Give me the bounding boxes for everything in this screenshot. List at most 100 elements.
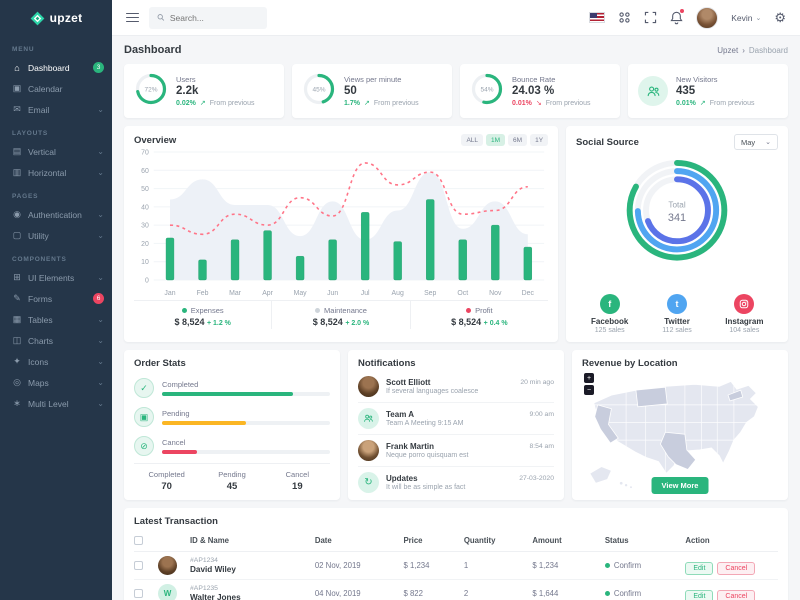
sidebar-item-charts[interactable]: ◫ Charts ⌄ (0, 330, 112, 351)
search-input[interactable] (169, 12, 259, 23)
legend-amount: $ 8,524 + 2.0 % (312, 317, 370, 327)
range-button-1y[interactable]: 1Y (530, 134, 549, 146)
sidebar-item-icons[interactable]: ✦ Icons ⌄ (0, 351, 112, 372)
social-name: Facebook (591, 317, 629, 326)
cancel-button[interactable]: Cancel (717, 589, 756, 600)
sidebar-item-ui-elements[interactable]: ⊞ UI Elements ⌄ (0, 267, 112, 288)
sidebar-item-dashboard[interactable]: ⌂ Dashboard 3 (0, 57, 112, 78)
order-stats-rows: ✓ Completed ▣ Pending ⊘ Cancel (134, 369, 330, 456)
settings-gear-icon[interactable]: ⚙ (774, 10, 786, 26)
notification-team-a[interactable]: Team A Team A Meeting 9:15 AM 9:00 am (358, 403, 554, 435)
page-content: Dashboard Upzet › Dashboard 72% Users 2.2k… (112, 36, 800, 600)
facebook-icon[interactable]: f (599, 294, 620, 314)
sidebar-item-tables[interactable]: ▦ Tables ⌄ (0, 309, 112, 330)
notifications-bell-icon[interactable] (670, 8, 685, 25)
social-donut-chart: Total 341 (626, 159, 728, 261)
transaction-name: Walter Jones (190, 593, 241, 600)
edit-button[interactable]: Edit (685, 589, 714, 600)
topbar: Kevin ⌄ ⚙ (112, 0, 800, 36)
breadcrumb-parent[interactable]: Upzet (717, 46, 738, 55)
sidebar-item-vertical[interactable]: ▤ Vertical ⌄ (0, 141, 112, 162)
sidebar-item-maps[interactable]: ◎ Maps ⌄ (0, 372, 112, 393)
calendar-icon: ▣ (12, 83, 22, 93)
sidebar-item-email[interactable]: ✉ Email ⌄ (0, 99, 112, 120)
sidebar-item-utility[interactable]: ▢ Utility ⌄ (0, 225, 112, 246)
table-row: #AP1234 David Wiley 02 Nov, 2019 $ 1,234 1 $ … (134, 552, 778, 580)
svg-text:45%: 45% (312, 86, 325, 93)
user-avatar[interactable] (696, 6, 719, 29)
row-checkbox[interactable] (134, 589, 143, 598)
svg-text:Mar: Mar (229, 290, 242, 297)
share-icon: ∗ (13, 398, 21, 408)
lock-icon: ◉ (13, 209, 21, 219)
form-icon: ✎ (13, 293, 21, 303)
notification-updates[interactable]: ↻ Updates It will be as simple as fact 27-0… (358, 467, 554, 498)
row-checkbox[interactable] (134, 561, 143, 570)
breadcrumb-current: Dashboard (748, 45, 788, 55)
slash-circle-icon: ⊘ (134, 436, 154, 456)
search-box[interactable] (149, 6, 267, 29)
stat-delta: 0.02% ↗ From previous (176, 99, 255, 108)
table-icon: ▦ (12, 314, 22, 324)
brand-logo[interactable]: upzet (0, 0, 112, 36)
order-stats-title: Order Stats (134, 358, 186, 369)
month-filter-select[interactable]: May ⌄ (733, 134, 778, 150)
instagram-icon[interactable] (734, 294, 755, 314)
arrow-up-icon: ↗ (363, 100, 370, 107)
sidebar-item-label: Horizontal (28, 167, 67, 178)
progress-fill (162, 450, 198, 454)
layout-horizontal-icon: ▥ (12, 167, 22, 177)
sidebar: upzet MENU ⌂ Dashboard 3 ▣ Calendar ✉ Email ⌄ LAY… (0, 0, 112, 600)
users-icon (358, 408, 379, 429)
stat-card-users: 72% Users 2.2k 0.02% ↗ From previous (124, 64, 284, 118)
twitter-icon[interactable]: t (667, 294, 688, 314)
svg-text:341: 341 (668, 212, 686, 224)
notification-name: Updates (386, 474, 418, 483)
sidebar-item-horizontal[interactable]: ▥ Horizontal ⌄ (0, 162, 112, 183)
range-button-6m[interactable]: 6M (508, 134, 528, 146)
edit-button[interactable]: Edit (685, 561, 714, 575)
notification-time: 8:54 am (529, 443, 554, 450)
view-more-button[interactable]: View More (651, 476, 709, 494)
stat-delta: 0.01% ↘ From previous (512, 99, 591, 108)
social-name: Instagram (725, 317, 764, 326)
sidebar-item-label: Email (28, 104, 50, 115)
sidebar-item-calendar[interactable]: ▣ Calendar (0, 78, 112, 99)
order-stat-pending: ▣ Pending (134, 407, 330, 427)
chevron-down-icon: ⌄ (97, 146, 104, 156)
sidebar-item-authentication[interactable]: ◉ Authentication ⌄ (0, 204, 112, 225)
sidebar-item-label: Vertical (28, 146, 56, 157)
apps-grid-icon[interactable] (618, 11, 631, 24)
sidebar-item-multi-level[interactable]: ∗ Multi Level ⌄ (0, 393, 112, 414)
range-button-1m[interactable]: 1M (486, 134, 506, 146)
svg-text:May: May (294, 290, 308, 297)
transaction-quantity: 2 (463, 589, 469, 598)
page-title: Dashboard (124, 44, 182, 56)
svg-text:Jun: Jun (327, 290, 338, 297)
language-flag-icon[interactable] (589, 12, 606, 23)
svg-text:60: 60 (141, 168, 149, 175)
map-zoom-in-button[interactable]: + (584, 373, 594, 383)
transaction-id: #AP1235 (190, 585, 218, 592)
notification-frank-martin[interactable]: Frank Martin Neque porro quisquam est 8:54… (358, 435, 554, 467)
notification-scott-elliott[interactable]: Scott Elliott If several languages coales… (358, 371, 554, 403)
range-button-all[interactable]: ALL (461, 134, 484, 146)
map-zoom-out-button[interactable]: − (584, 385, 594, 395)
cancel-button[interactable]: Cancel (717, 561, 756, 575)
box-icon: ⊞ (13, 272, 21, 282)
svg-text:72%: 72% (144, 86, 157, 93)
month-filter-value: May (740, 137, 756, 147)
user-menu[interactable]: Kevin ⌄ (731, 13, 761, 23)
column-header-action: Action (685, 536, 710, 545)
file-icon: ▢ (12, 230, 22, 240)
select-all-checkbox[interactable] (134, 536, 143, 545)
stat-value: 24.03 % (512, 85, 555, 97)
svg-text:Dec: Dec (522, 290, 535, 297)
email-icon: ✉ (13, 104, 21, 114)
sidebar-item-forms[interactable]: ✎ Forms 6 (0, 288, 112, 309)
column-header-date: Date (314, 536, 332, 545)
menu-toggle-icon[interactable] (126, 12, 139, 23)
fullscreen-icon[interactable] (644, 11, 657, 24)
sidebar-item-label: Authentication (28, 209, 82, 220)
range-buttons: ALL 1M 6M 1Y (461, 134, 549, 146)
